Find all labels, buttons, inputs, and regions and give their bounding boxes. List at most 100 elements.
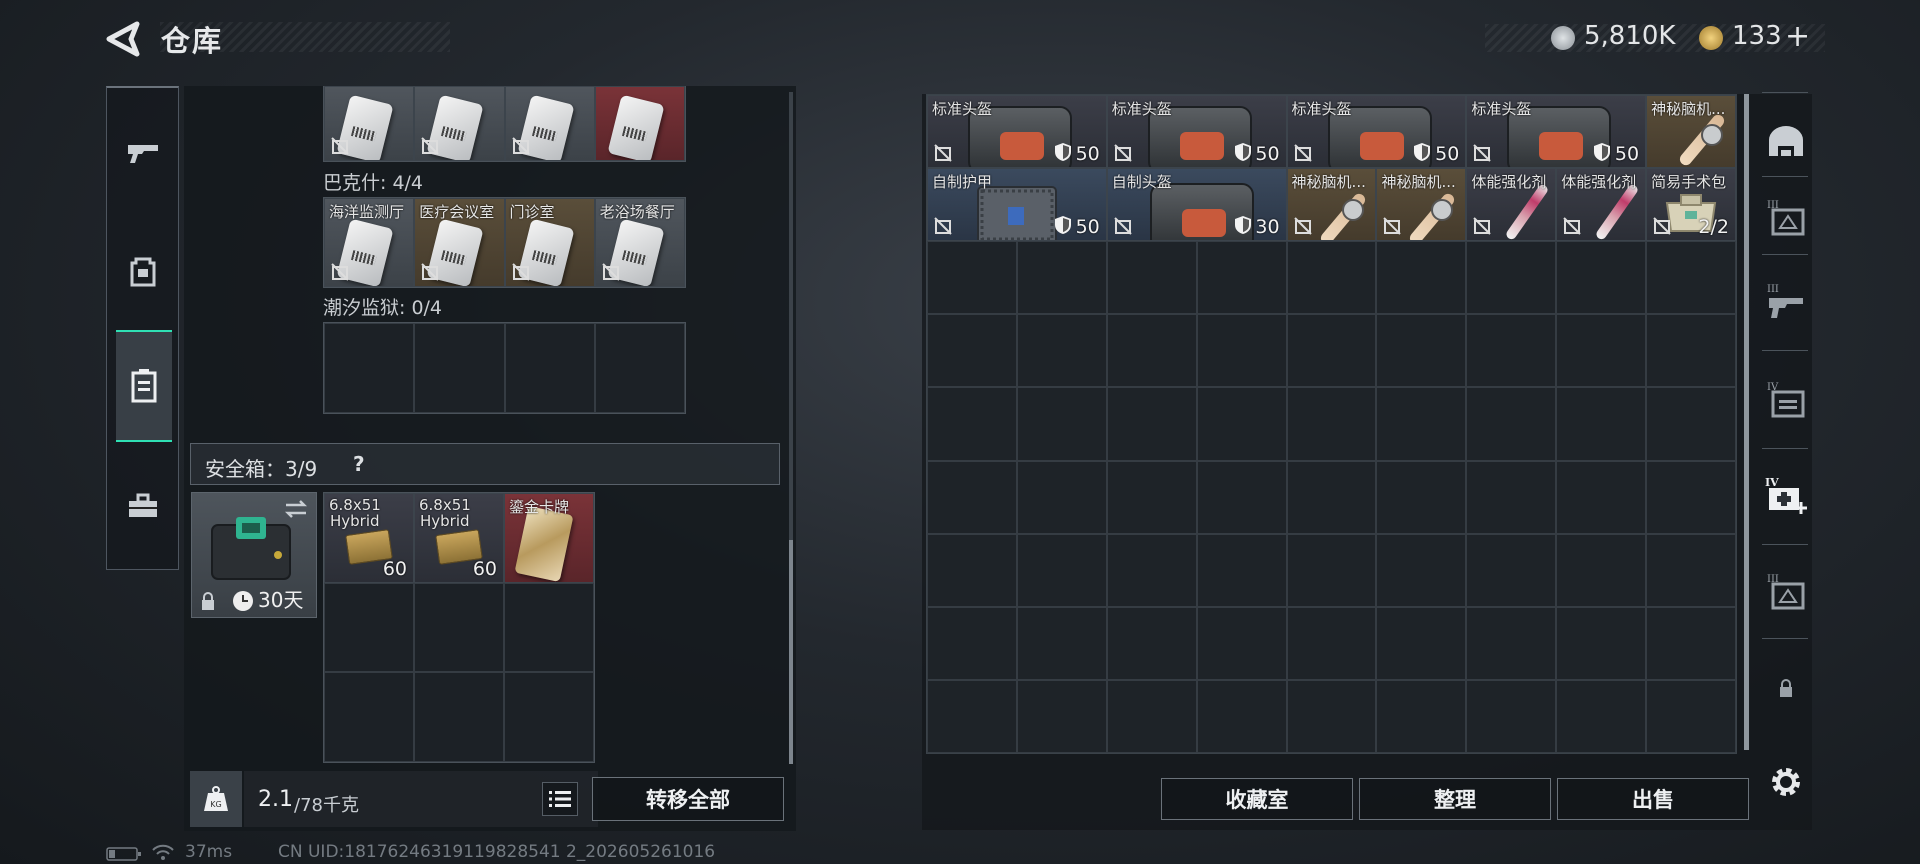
empty-slot[interactable] [1016,241,1107,315]
nav-container[interactable] [116,330,172,442]
empty-slot[interactable] [1466,533,1557,607]
empty-slot[interactable] [504,582,594,673]
empty-slot[interactable] [927,679,1017,753]
empty-slot[interactable] [1646,314,1736,388]
empty-slot[interactable] [1016,606,1107,680]
empty-slot[interactable] [1376,606,1467,680]
empty-slot[interactable] [1196,606,1287,680]
empty-slot[interactable] [1106,387,1197,461]
empty-slot[interactable] [504,323,595,413]
empty-slot[interactable] [1376,314,1467,388]
collection-room-button[interactable]: 收藏室 [1161,778,1353,820]
empty-slot[interactable] [1016,387,1107,461]
empty-slot[interactable] [1106,533,1197,607]
empty-slot[interactable] [1556,679,1647,753]
keycard-item[interactable]: 老浴场餐厅 [594,198,685,287]
empty-slot[interactable] [1466,241,1557,315]
empty-slot[interactable] [1016,679,1107,753]
helmet-item[interactable]: 自制头盔 30 [1106,168,1287,242]
empty-slot[interactable] [324,582,414,673]
safe-box-item[interactable]: 30天 [191,492,317,618]
empty-slot[interactable] [1196,387,1287,461]
empty-slot[interactable] [1286,314,1377,388]
empty-slot[interactable] [1016,460,1107,534]
empty-slot[interactable] [1286,606,1377,680]
safe-box-help-button[interactable]: ? [353,452,365,476]
stash-tab-2[interactable]: III [1760,188,1812,248]
stash-tab-4[interactable]: IV [1760,370,1812,430]
empty-slot[interactable] [1106,314,1197,388]
empty-slot[interactable] [1646,679,1736,753]
helmet-item[interactable]: 标准头盔 50 [927,95,1107,169]
empty-slot[interactable] [1106,679,1197,753]
keycard-item[interactable]: 海洋监测厅 [324,198,415,287]
keycard-item[interactable] [324,86,415,161]
empty-slot[interactable] [1556,606,1647,680]
empty-slot[interactable] [1376,533,1467,607]
empty-slot[interactable] [1556,533,1647,607]
empty-slot[interactable] [1646,533,1736,607]
empty-slot[interactable] [1106,606,1197,680]
empty-slot[interactable] [927,314,1017,388]
brain-chip-item[interactable]: 神秘脑机... [1646,95,1736,169]
empty-slot[interactable] [1556,460,1647,534]
empty-slot[interactable] [1556,241,1647,315]
settings-button[interactable] [1760,752,1812,812]
stash-tab-6[interactable]: III [1760,562,1812,622]
empty-slot[interactable] [324,672,414,762]
helmet-item[interactable]: 标准头盔 50 [1286,95,1467,169]
empty-slot[interactable] [1646,606,1736,680]
transfer-all-button[interactable]: 转移全部 [592,777,784,821]
keycard-item[interactable] [504,86,595,161]
empty-slot[interactable] [1466,460,1557,534]
empty-slot[interactable] [1196,533,1287,607]
empty-slot[interactable] [1286,460,1377,534]
empty-slot[interactable] [1376,460,1467,534]
empty-slot[interactable] [927,533,1017,607]
empty-slot[interactable] [1646,241,1736,315]
empty-slot[interactable] [1106,241,1197,315]
empty-slot[interactable] [1196,241,1287,315]
ammo-item[interactable]: 6.8x51 Hybrid 60 [324,493,414,583]
empty-slot[interactable] [1466,314,1557,388]
list-view-button[interactable] [542,782,578,816]
stash-tab-1[interactable] [1760,112,1812,172]
keycard-item[interactable]: 门诊室 [504,198,595,287]
swap-icon[interactable] [284,499,308,519]
empty-slot[interactable] [1376,241,1467,315]
empty-slot[interactable] [414,323,505,413]
surgery-kit-item[interactable]: 简易手术包 2/2 [1646,168,1736,242]
empty-slot[interactable] [927,460,1017,534]
brain-chip-item[interactable]: 神秘脑机... [1286,168,1377,242]
back-button[interactable] [105,20,141,58]
sell-button[interactable]: 出售 [1557,778,1749,820]
empty-slot[interactable] [1016,314,1107,388]
locked-tab[interactable] [1760,658,1812,718]
stimulant-item[interactable]: 体能强化剂 [1556,168,1647,242]
empty-slot[interactable] [927,606,1017,680]
stash-tab-3[interactable]: III [1760,272,1812,332]
empty-slot[interactable] [414,672,504,762]
empty-slot[interactable] [504,672,594,762]
empty-slot[interactable] [1286,679,1377,753]
armor-item[interactable]: 自制护甲 50 [927,168,1107,242]
empty-slot[interactable] [324,323,415,413]
empty-slot[interactable] [1286,387,1377,461]
keycard-item[interactable]: 医疗会议室 [414,198,505,287]
stash-scrollbar[interactable] [1744,94,1749,750]
empty-slot[interactable] [1646,460,1736,534]
ammo-item[interactable]: 6.8x51 Hybrid 60 [414,493,504,583]
empty-slot[interactable] [414,582,504,673]
empty-slot[interactable] [1556,387,1647,461]
empty-slot[interactable] [1646,387,1736,461]
empty-slot[interactable] [927,241,1017,315]
empty-slot[interactable] [1466,679,1557,753]
left-scroll-thumb[interactable] [789,540,793,764]
empty-slot[interactable] [1376,679,1467,753]
empty-slot[interactable] [927,387,1017,461]
empty-slot[interactable] [1196,679,1287,753]
keycard-item[interactable] [414,86,505,161]
empty-slot[interactable] [1286,241,1377,315]
empty-slot[interactable] [1286,533,1377,607]
empty-slot[interactable] [1016,533,1107,607]
